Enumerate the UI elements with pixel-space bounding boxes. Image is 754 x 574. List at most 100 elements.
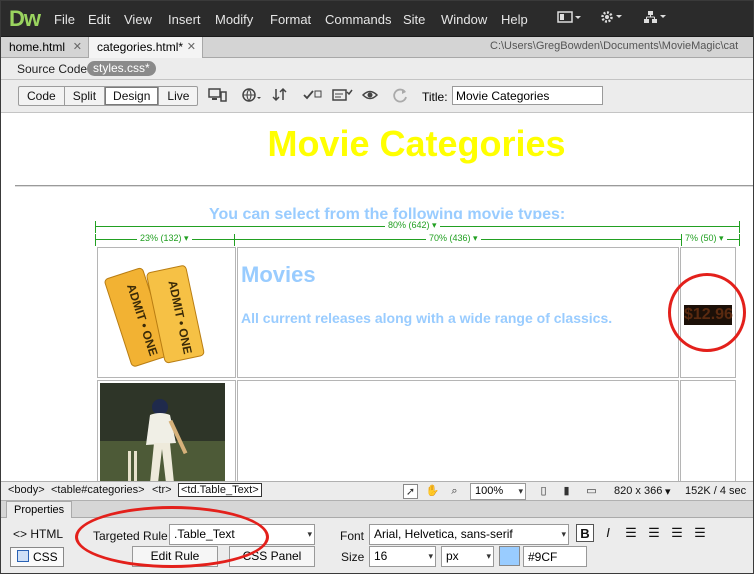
price-callout-circle [668,273,746,352]
column-2-width-label[interactable]: 70% (436) ▾ [426,233,481,244]
bold-button[interactable]: B [576,524,594,542]
size-label: Size [341,550,365,564]
zoom-tool-icon[interactable]: ⌕ [447,484,462,499]
align-right-icon[interactable]: ☰ [668,524,686,542]
site-structure-icon[interactable] [643,10,667,27]
source-code-link[interactable]: Source Code [17,62,87,76]
visual-aids-icon[interactable] [361,87,383,105]
guide-tick [234,234,235,246]
hand-tool-icon[interactable]: ✋ [425,484,440,499]
image-cell-movies[interactable]: ADMIT • ONE ADMIT • ONE [97,247,236,378]
page-title-input[interactable] [452,86,603,105]
menu-format[interactable]: Format [270,12,311,27]
select-tool-icon[interactable]: ➚ [403,484,418,499]
menu-commands[interactable]: Commands [325,12,391,27]
document-tabs: home.html ✕ categories.html* ✕ C:\Users\… [1,37,753,58]
file-management-icon[interactable] [271,87,293,105]
guide-tick [739,234,740,246]
chevron-down-icon: ▾ [307,529,312,539]
movies-description: All current releases along with a wide r… [241,310,613,326]
menu-window[interactable]: Window [441,12,487,27]
guide-line [95,239,740,240]
guide-tick [95,234,96,246]
size-unit-select[interactable]: px ▾ [441,546,494,567]
html-label: HTML [30,527,64,541]
menu-insert[interactable]: Insert [168,12,201,27]
css-label: CSS [33,550,58,564]
split-view-button[interactable]: Split [65,87,106,105]
font-label: Font [340,529,365,543]
tab-label: home.html [9,40,66,54]
menu-help[interactable]: Help [501,12,528,27]
menu-view[interactable]: View [124,12,152,27]
close-icon[interactable]: ✕ [73,37,82,57]
justify-icon[interactable]: ☰ [691,524,709,542]
menu-site[interactable]: Site [403,12,425,27]
font-size-select[interactable]: 16 ▾ [369,546,436,567]
text-color-swatch[interactable] [499,546,520,566]
window-size-readout[interactable]: 820 x 366 [614,485,662,497]
column-1-width-label[interactable]: 23% (132) ▾ [137,233,192,244]
chevron-down-icon: ▾ [561,529,566,539]
horizontal-rule [15,185,753,187]
view-switcher: Code Split Design Live [18,86,199,106]
tab-label: categories.html* [97,40,184,54]
menu-file[interactable]: File [54,12,75,27]
close-icon[interactable]: ✕ [187,37,196,57]
column-3-width-label[interactable]: 7% (50) ▾ [682,233,727,244]
align-center-icon[interactable]: ☰ [645,524,663,542]
window-size-dropdown-icon[interactable]: ▾ [665,485,671,498]
zoom-select[interactable]: 100% ▾ [470,483,526,500]
document-toolbar: Code Split Design Live Title: [1,80,753,113]
table-width-label[interactable]: 80% (642) ▾ [385,220,440,231]
phone-size-icon[interactable]: ▯ [536,484,551,499]
desktop-size-icon[interactable]: ▭ [584,484,599,499]
tag-selector-bar: <body> <table#categories> <tr> <td.Table… [1,481,753,501]
page-heading: Movie Categories [267,123,566,164]
document-path: C:\Users\GregBowden\Documents\MovieMagic… [490,40,739,52]
font-family-select[interactable]: Arial, Helvetica, sans-serif ▾ [369,524,569,545]
properties-panel: <> HTML CSS Targeted Rule .Table_Text ▾ E… [1,506,753,573]
guide-tick [95,221,96,233]
tag-body[interactable]: <body> [8,484,45,496]
cricket-player-image [100,383,225,481]
code-view-button[interactable]: Code [19,87,65,105]
styles-css-file[interactable]: styles.css* [87,61,156,76]
code-brackets-icon: <> [13,527,28,541]
tag-td-table-text[interactable]: <td.Table_Text> [178,483,262,497]
file-size-download-time: 152K / 4 sec [685,485,747,497]
italic-button[interactable]: I [599,524,617,542]
html-mode-button[interactable]: <> HTML [13,527,63,541]
image-cell-sports[interactable] [97,380,236,481]
menubar: Dw File Edit View Insert Modify Format C… [1,1,753,37]
tablet-size-icon[interactable]: ▮ [559,484,574,499]
check-browser-compatibility-icon[interactable] [331,87,353,105]
related-files-bar: Source Code styles.css* [1,58,753,80]
title-label: Title: [422,90,448,104]
refresh-icon[interactable] [391,87,413,105]
chevron-down-icon: ▾ [486,551,491,561]
sports-description-cell[interactable] [237,380,679,481]
menu-edit[interactable]: Edit [88,12,110,27]
align-left-icon[interactable]: ☰ [622,524,640,542]
layout-icon[interactable] [557,10,581,27]
menu-modify[interactable]: Modify [215,12,253,27]
multiscreen-icon[interactable] [208,87,230,105]
tab-categories-html[interactable]: categories.html* ✕ [89,37,203,58]
text-color-input[interactable] [523,546,587,567]
price-cell[interactable] [680,380,736,481]
properties-tab[interactable]: Properties [6,501,73,518]
tag-tr[interactable]: <tr> [152,484,172,496]
tab-home-html[interactable]: home.html ✕ [1,37,89,58]
movies-title: Movies [241,262,316,287]
chevron-down-icon: ▾ [428,551,433,561]
preview-browser-icon[interactable] [241,87,263,105]
w3c-validation-icon[interactable] [302,87,324,105]
css-mode-button[interactable]: CSS [10,547,64,567]
design-view-button[interactable]: Design [105,87,160,105]
tag-table-categories[interactable]: <table#categories> [51,484,145,496]
gear-icon[interactable] [600,10,624,27]
design-view: Movie Categories You can select from the… [1,113,753,481]
dreamweaver-logo: Dw [9,6,41,31]
live-view-button[interactable]: Live [159,87,197,105]
